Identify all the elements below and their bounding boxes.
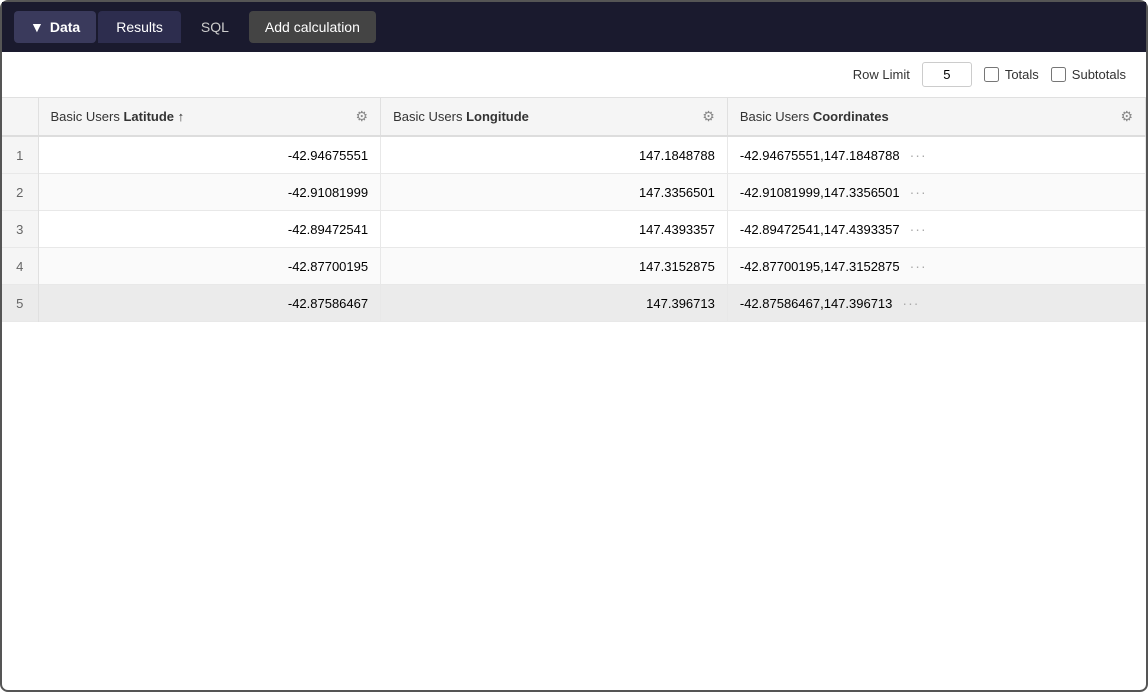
- table-row: 1-42.94675551147.1848788-42.94675551,147…: [2, 136, 1146, 174]
- row-number-cell: 4: [2, 248, 38, 285]
- col-header-longitude: Basic Users Longitude ⚙: [381, 98, 728, 136]
- totals-label: Totals: [1005, 67, 1039, 82]
- latitude-cell: -42.91081999: [38, 174, 381, 211]
- coordinates-value: -42.91081999,147.3356501: [740, 185, 900, 200]
- coordinates-settings-icon[interactable]: ⚙: [1120, 108, 1133, 125]
- row-number-header: [2, 98, 38, 136]
- tab-data[interactable]: ▼ Data: [14, 11, 96, 43]
- results-table-container: Basic Users Latitude ↑ ⚙ Basic Users Lon…: [2, 98, 1146, 322]
- col-title-coordinates: Basic Users Coordinates: [740, 109, 889, 124]
- row-number-cell: 2: [2, 174, 38, 211]
- row-number-cell: 1: [2, 136, 38, 174]
- tab-sql-label: SQL: [201, 19, 229, 35]
- latitude-cell: -42.87700195: [38, 248, 381, 285]
- top-navigation: ▼ Data Results SQL Add calculation: [2, 2, 1146, 52]
- row-number-cell: 5: [2, 285, 38, 322]
- coordinates-value: -42.87586467,147.396713: [740, 296, 893, 311]
- longitude-cell: 147.396713: [381, 285, 728, 322]
- row-options-button[interactable]: ···: [906, 257, 931, 275]
- toolbar: Row Limit Totals Subtotals: [2, 52, 1146, 98]
- latitude-cell: -42.87586467: [38, 285, 381, 322]
- coordinates-cell: -42.87586467,147.396713 ···: [728, 285, 1146, 321]
- coordinates-value: -42.87700195,147.3152875: [740, 259, 900, 274]
- row-number-cell: 3: [2, 211, 38, 248]
- coordinates-cell: -42.87700195,147.3152875 ···: [728, 248, 1146, 284]
- tab-results-label: Results: [116, 19, 163, 35]
- longitude-cell: 147.1848788: [381, 136, 728, 174]
- tab-results[interactable]: Results: [98, 11, 181, 43]
- row-options-button[interactable]: ···: [906, 146, 931, 164]
- col-title-latitude: Basic Users Latitude ↑: [51, 109, 185, 124]
- latitude-cell: -42.94675551: [38, 136, 381, 174]
- longitude-cell: 147.3356501: [381, 174, 728, 211]
- results-table: Basic Users Latitude ↑ ⚙ Basic Users Lon…: [2, 98, 1146, 322]
- table-row: 5-42.87586467147.396713-42.87586467,147.…: [2, 285, 1146, 322]
- subtotals-checkbox-group[interactable]: Subtotals: [1051, 67, 1126, 82]
- table-row: 2-42.91081999147.3356501-42.91081999,147…: [2, 174, 1146, 211]
- row-options-button[interactable]: ···: [906, 183, 931, 201]
- dropdown-arrow-icon: ▼: [30, 19, 44, 35]
- tab-data-label: Data: [50, 19, 80, 35]
- latitude-cell: -42.89472541: [38, 211, 381, 248]
- coordinates-cell: -42.94675551,147.1848788 ···: [728, 137, 1146, 173]
- coordinates-cell: -42.91081999,147.3356501 ···: [728, 174, 1146, 210]
- add-calculation-label: Add calculation: [265, 19, 360, 35]
- add-calculation-button[interactable]: Add calculation: [249, 11, 376, 43]
- col-title-longitude: Basic Users Longitude: [393, 109, 529, 124]
- coordinates-value: -42.89472541,147.4393357: [740, 222, 900, 237]
- table-row: 3-42.89472541147.4393357-42.89472541,147…: [2, 211, 1146, 248]
- latitude-settings-icon[interactable]: ⚙: [356, 108, 369, 125]
- totals-checkbox-group[interactable]: Totals: [984, 67, 1039, 82]
- row-limit-label: Row Limit: [853, 67, 910, 82]
- tab-sql[interactable]: SQL: [183, 11, 247, 43]
- longitude-cell: 147.3152875: [381, 248, 728, 285]
- longitude-cell: 147.4393357: [381, 211, 728, 248]
- coordinates-value: -42.94675551,147.1848788: [740, 148, 900, 163]
- subtotals-checkbox[interactable]: [1051, 67, 1066, 82]
- row-options-button[interactable]: ···: [898, 294, 923, 312]
- table-row: 4-42.87700195147.3152875-42.87700195,147…: [2, 248, 1146, 285]
- coordinates-cell: -42.89472541,147.4393357 ···: [728, 211, 1146, 247]
- row-limit-input[interactable]: [922, 62, 972, 87]
- totals-checkbox[interactable]: [984, 67, 999, 82]
- subtotals-label: Subtotals: [1072, 67, 1126, 82]
- longitude-settings-icon[interactable]: ⚙: [702, 108, 715, 125]
- col-header-latitude: Basic Users Latitude ↑ ⚙: [38, 98, 381, 136]
- row-options-button[interactable]: ···: [906, 220, 931, 238]
- col-header-coordinates: Basic Users Coordinates ⚙: [727, 98, 1145, 136]
